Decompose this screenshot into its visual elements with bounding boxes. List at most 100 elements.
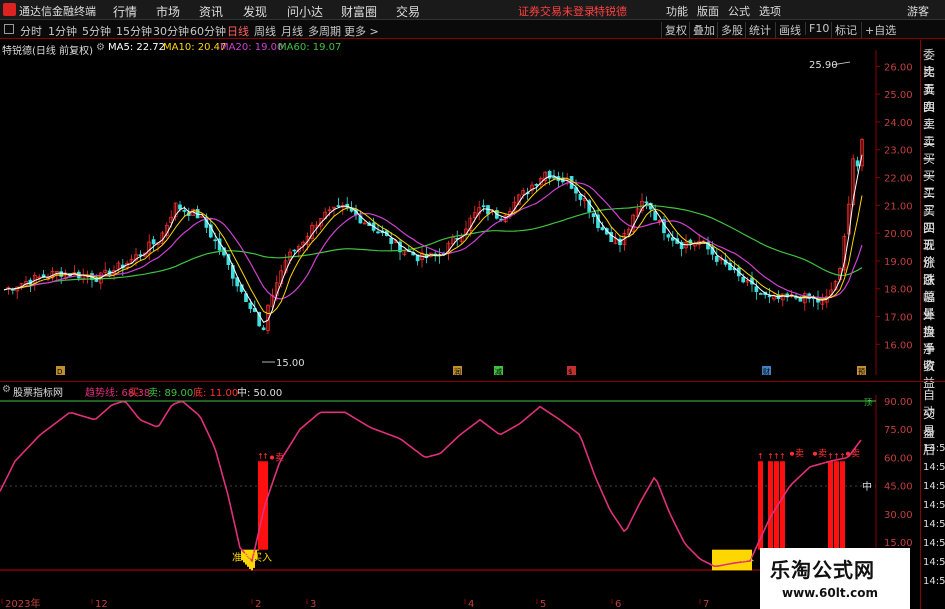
bottom-zone-bar [257, 549, 259, 551]
period-toolbar: 分时 1分钟 5分钟 15分钟 30分钟 60分钟 日线 周线 月线 多周期 更… [0, 20, 945, 39]
menu-market[interactable]: 市场 [156, 3, 180, 20]
ma20-line [3, 181, 863, 300]
indicator-tick-label: 75.00 [884, 425, 913, 436]
candle-body [151, 239, 156, 245]
watermark-url: www.60lt.com [782, 586, 879, 600]
candle-body [767, 295, 772, 298]
sell-tag: 卖 [795, 449, 804, 460]
trade-field-label: 14:56 [923, 481, 945, 492]
x-tick-label: 5 [540, 599, 546, 609]
indicator-settings-icon[interactable]: ⚙ [2, 384, 11, 395]
high-price-mark: 25.90 [809, 60, 838, 71]
buy-signal-bar [768, 461, 773, 550]
period-60m[interactable]: 60分钟 [190, 23, 226, 39]
stock-name-top[interactable]: 特锐德 [594, 3, 627, 19]
buy-signal-bar [780, 461, 785, 550]
menu-wealth[interactable]: 财富圈 [341, 3, 377, 20]
event-mark-label: D [57, 368, 62, 375]
menu-options[interactable]: 选项 [759, 3, 781, 19]
stats-button[interactable]: 统计 [745, 22, 771, 38]
price-tick-label: 20.00 [884, 229, 913, 240]
ready-buy-label-1: 准备买入 [232, 551, 272, 564]
candle-body [600, 227, 605, 231]
event-mark-label: 减 [495, 367, 502, 375]
quote-side-panel: 委比 卖五 卖四 卖三 卖二 卖一 买一 买二 买三 买四 买五 现价 涨跌 涨幅 总量 外盘 换手 净资 收益 [920, 40, 945, 390]
candle-body [534, 183, 539, 186]
ma5-line [3, 154, 863, 323]
candle-body [591, 213, 596, 218]
period-more[interactable]: 更多 > [344, 23, 379, 39]
trade-field-label: 14:56 [923, 576, 945, 587]
price-tick-label: 23.00 [884, 146, 913, 157]
period-daily[interactable]: 日线 [227, 23, 249, 39]
watermark: 乐淘公式网 www.60lt.com [760, 548, 910, 609]
adjust-button[interactable]: 复权 [661, 22, 687, 38]
menu-trade[interactable]: 交易 [396, 3, 420, 20]
candle-body [336, 205, 341, 207]
candle-body [741, 276, 746, 283]
kline-chart[interactable]: 26.00 25.00 24.00 23.00 22.00 21.00 20.00 19.00… [0, 50, 920, 375]
period-30m[interactable]: 30分钟 [153, 23, 189, 39]
overlay-button[interactable]: 叠加 [689, 22, 715, 38]
period-weekly[interactable]: 周线 [254, 23, 276, 39]
x-tick-label: 3 [310, 599, 316, 609]
indicator-tick-label: 30.00 [884, 510, 913, 521]
candle-body [182, 210, 187, 212]
low-price-mark: 15.00 [276, 358, 305, 369]
menu-ask[interactable]: 问小达 [287, 3, 323, 20]
menu-news[interactable]: 资讯 [199, 3, 223, 20]
top-marker: 顶 [864, 398, 872, 407]
period-15m[interactable]: 15分钟 [116, 23, 152, 39]
indicator-tick-label: 60.00 [884, 453, 913, 464]
menu-function[interactable]: 功能 [666, 3, 688, 19]
price-tick-label: 19.00 [884, 257, 913, 268]
x-tick-label: 12 [95, 599, 108, 609]
buy-arrow-icon: ↑ [757, 452, 764, 461]
ma60-line [3, 204, 863, 291]
menu-layout[interactable]: 版面 [697, 3, 719, 19]
window-icon[interactable] [4, 24, 14, 34]
menu-hq[interactable]: 行情 [113, 3, 137, 20]
login-warning[interactable]: 证券交易未登录 [518, 3, 595, 19]
period-5m[interactable]: 5分钟 [82, 23, 111, 39]
period-1m[interactable]: 1分钟 [48, 23, 77, 39]
period-tick[interactable]: 分时 [20, 23, 42, 39]
menu-formula[interactable]: 公式 [728, 3, 750, 19]
f10-button[interactable]: F10 [805, 22, 829, 35]
price-tick-label: 21.00 [884, 201, 913, 212]
event-mark-label: 润 [454, 367, 461, 375]
x-tick-label: 4 [468, 599, 474, 609]
candle-body [644, 201, 649, 204]
candle-body [653, 211, 658, 221]
price-tick-label: 22.00 [884, 174, 913, 185]
indicator-tick-label: 90.00 [884, 397, 913, 408]
draw-button[interactable]: 画线 [775, 22, 801, 38]
mark-button[interactable]: 标记 [831, 22, 857, 38]
event-mark-label: 财 [763, 367, 770, 375]
trend-line [0, 400, 862, 568]
buy-arrow-icon: ↑ [262, 452, 269, 461]
price-tick-label: 17.00 [884, 313, 913, 324]
event-mark-label: $ [568, 368, 572, 375]
trade-field-label: 14:56 [923, 462, 945, 473]
sell-dot [813, 451, 817, 456]
x-tick-label: 2 [255, 599, 261, 609]
candle-body [754, 286, 759, 292]
menu-discover[interactable]: 发现 [243, 3, 267, 20]
candle-body [855, 160, 860, 167]
trade-field-label: 14:56 [923, 538, 945, 549]
add-watchlist-button[interactable]: +自选 [861, 22, 896, 38]
candle-body [389, 237, 394, 244]
x-tick-label: 7 [703, 599, 709, 609]
multistock-button[interactable]: 多股 [717, 22, 743, 38]
price-tick-label: 18.00 [884, 285, 913, 296]
x-tick-label: 6 [615, 599, 621, 609]
trade-side-panel: 自动交易盘后14:5614:5614:5614:5614:5614:5614:5… [920, 383, 945, 609]
guest-label[interactable]: 游客 [907, 3, 929, 19]
period-monthly[interactable]: 月线 [281, 23, 303, 39]
price-tick-label: 25.00 [884, 90, 913, 101]
watermark-title: 乐淘公式网 [770, 558, 875, 582]
buy-signal-bar [828, 461, 833, 550]
sell-dot [790, 451, 794, 456]
period-multi[interactable]: 多周期 [308, 23, 341, 39]
